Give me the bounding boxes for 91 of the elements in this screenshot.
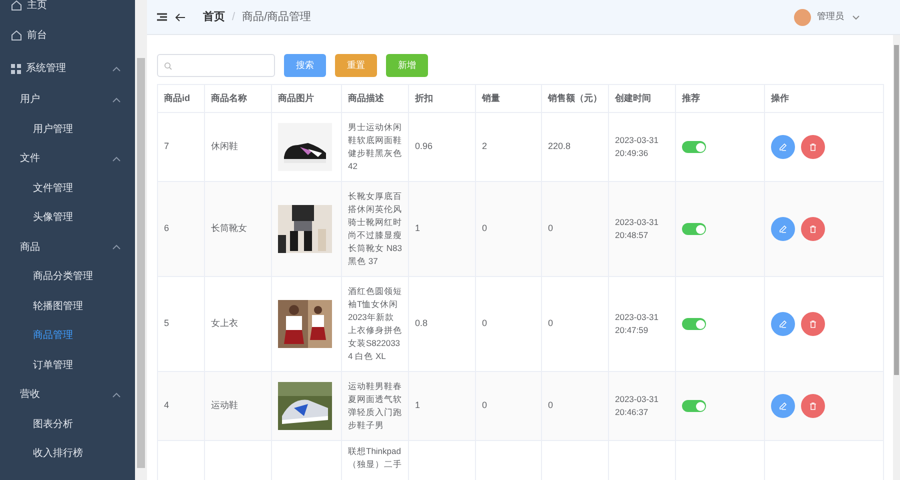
trash-icon: [809, 402, 817, 410]
table-cell-text: 长筒靴女: [211, 222, 247, 236]
recommend-switch[interactable]: [682, 400, 706, 412]
trash-icon: [809, 225, 817, 233]
search-icon: [164, 62, 172, 70]
delete-button[interactable]: [801, 312, 825, 336]
breadcrumb-link[interactable]: 首页: [203, 8, 225, 26]
table-cell-text: 运动鞋: [211, 399, 238, 412]
back-arrow-icon[interactable]: [175, 12, 186, 22]
table-cell-text: 6: [164, 222, 170, 236]
trash-icon: [809, 143, 817, 151]
menu-group[interactable]: 用户: [0, 85, 135, 114]
trash-icon: [809, 320, 817, 328]
chevron-down-icon[interactable]: [852, 14, 860, 20]
table-cell-text: 0: [548, 222, 554, 236]
table-cell: 运动鞋男鞋春夏网面透气软弹轻质入门跑步鞋子男: [348, 380, 402, 432]
table-cell-text: 2023-03-31 20:49:36: [615, 134, 660, 160]
column-header: 商品图片: [272, 85, 342, 112]
table-cell-text: 7: [164, 140, 170, 154]
scrollbar-thumb[interactable]: [137, 58, 145, 468]
recommend-switch[interactable]: [682, 318, 706, 330]
menu-item[interactable]: 收入排行榜: [0, 439, 135, 468]
menu-icon[interactable]: [157, 13, 167, 21]
menu-group[interactable]: 文件: [0, 144, 135, 174]
column-header: 商品id: [158, 85, 205, 112]
edit-button[interactable]: [771, 217, 795, 241]
menu-item[interactable]: 用户管理: [0, 114, 135, 144]
delete-button[interactable]: [801, 394, 825, 418]
table-cell-text: 2023-03-31 20:47:59: [615, 310, 660, 337]
column-header: 推荐: [676, 85, 765, 112]
edit-icon: [779, 402, 787, 410]
table-cell-text: 0: [548, 399, 554, 412]
search-field[interactable]: [157, 54, 275, 77]
column-header: 折扣: [409, 85, 476, 112]
column-header: 销售额（元）: [542, 85, 609, 112]
column-header: 商品名称: [205, 85, 272, 112]
table-cell-text: 0: [482, 317, 488, 330]
table-cell-text: 女上衣: [211, 317, 238, 330]
table-cell: 酒红色圆领短袖T恤女休闲2023年新款上衣修身拼色女装S8220334 白色 XL: [348, 285, 402, 363]
menu-label: 系统管理: [26, 62, 66, 76]
edit-button[interactable]: [771, 135, 795, 159]
table-cell-text: 2023-03-31 20:46:37: [615, 392, 660, 419]
edit-button[interactable]: [771, 394, 795, 418]
table-cell-text: 休闲鞋: [211, 140, 238, 154]
table-cell-text: 5: [164, 317, 170, 330]
column-header: 销量: [476, 85, 542, 112]
menu-group[interactable]: 营收: [0, 380, 135, 410]
menu-item[interactable]: 商品管理: [0, 321, 135, 350]
menu-label: 前台: [27, 28, 47, 43]
edit-icon: [779, 225, 787, 233]
delete-button[interactable]: [801, 135, 825, 159]
column-header: 操作: [765, 85, 884, 112]
edit-icon: [779, 143, 787, 151]
table-cell-text: 0.8: [415, 317, 428, 330]
column-header: 商品描述: [342, 85, 409, 112]
table-cell-text: 0: [482, 222, 488, 236]
table-cell: 男士运动休闲鞋软底网面鞋健步鞋黑灰色42: [348, 121, 402, 173]
recommend-switch[interactable]: [682, 141, 706, 153]
table-cell-text: 2023-03-31 20:48:57: [615, 216, 660, 242]
menu-item[interactable]: 订单管理: [0, 350, 135, 380]
table-cell-text: 220.8: [548, 140, 571, 154]
scrollbar-thumb[interactable]: [894, 45, 899, 375]
table-cell-text: 1: [415, 222, 420, 236]
menu-item[interactable]: 轮播图管理: [0, 292, 135, 321]
table-cell-text: 2: [482, 140, 488, 154]
menu-item[interactable]: 头像管理: [0, 203, 135, 232]
breadcrumb-separator: /: [232, 10, 236, 25]
grid-icon: [11, 64, 21, 74]
recommend-switch[interactable]: [682, 223, 706, 235]
menu-item[interactable]: 商品分类管理: [0, 262, 135, 292]
home-icon: [11, 30, 22, 41]
edit-icon: [779, 320, 787, 328]
table-cell: 长靴女厚底百搭休闲英伦风骑士靴网红时尚不过膝显瘦长筒靴女 N83 黑色 37: [348, 190, 402, 268]
menu-group[interactable]: 商品: [0, 232, 135, 262]
menu-item[interactable]: 图表分析: [0, 410, 135, 439]
menu-item[interactable]: 前台: [0, 19, 135, 52]
column-header: 创建时间: [609, 85, 676, 112]
avatar: [794, 8, 811, 26]
menu-item[interactable]: 系统管理: [0, 52, 135, 85]
table-cell-text: 1: [415, 399, 420, 412]
edit-button[interactable]: [771, 312, 795, 336]
menu-item[interactable]: 文件管理: [0, 174, 135, 203]
breadcrumb-current: 商品/商品管理: [242, 10, 312, 25]
table-cell-text: 0: [482, 399, 488, 412]
home-icon: [11, 0, 22, 11]
table-cell-text: 0: [548, 317, 554, 330]
delete-button[interactable]: [801, 217, 825, 241]
table-cell-text: 4: [164, 399, 170, 412]
table-cell-text: 0.96: [415, 140, 433, 154]
table-cell: 联想Thinkpad（独显）二手: [348, 445, 402, 471]
user-name[interactable]: 管理员: [817, 10, 844, 24]
